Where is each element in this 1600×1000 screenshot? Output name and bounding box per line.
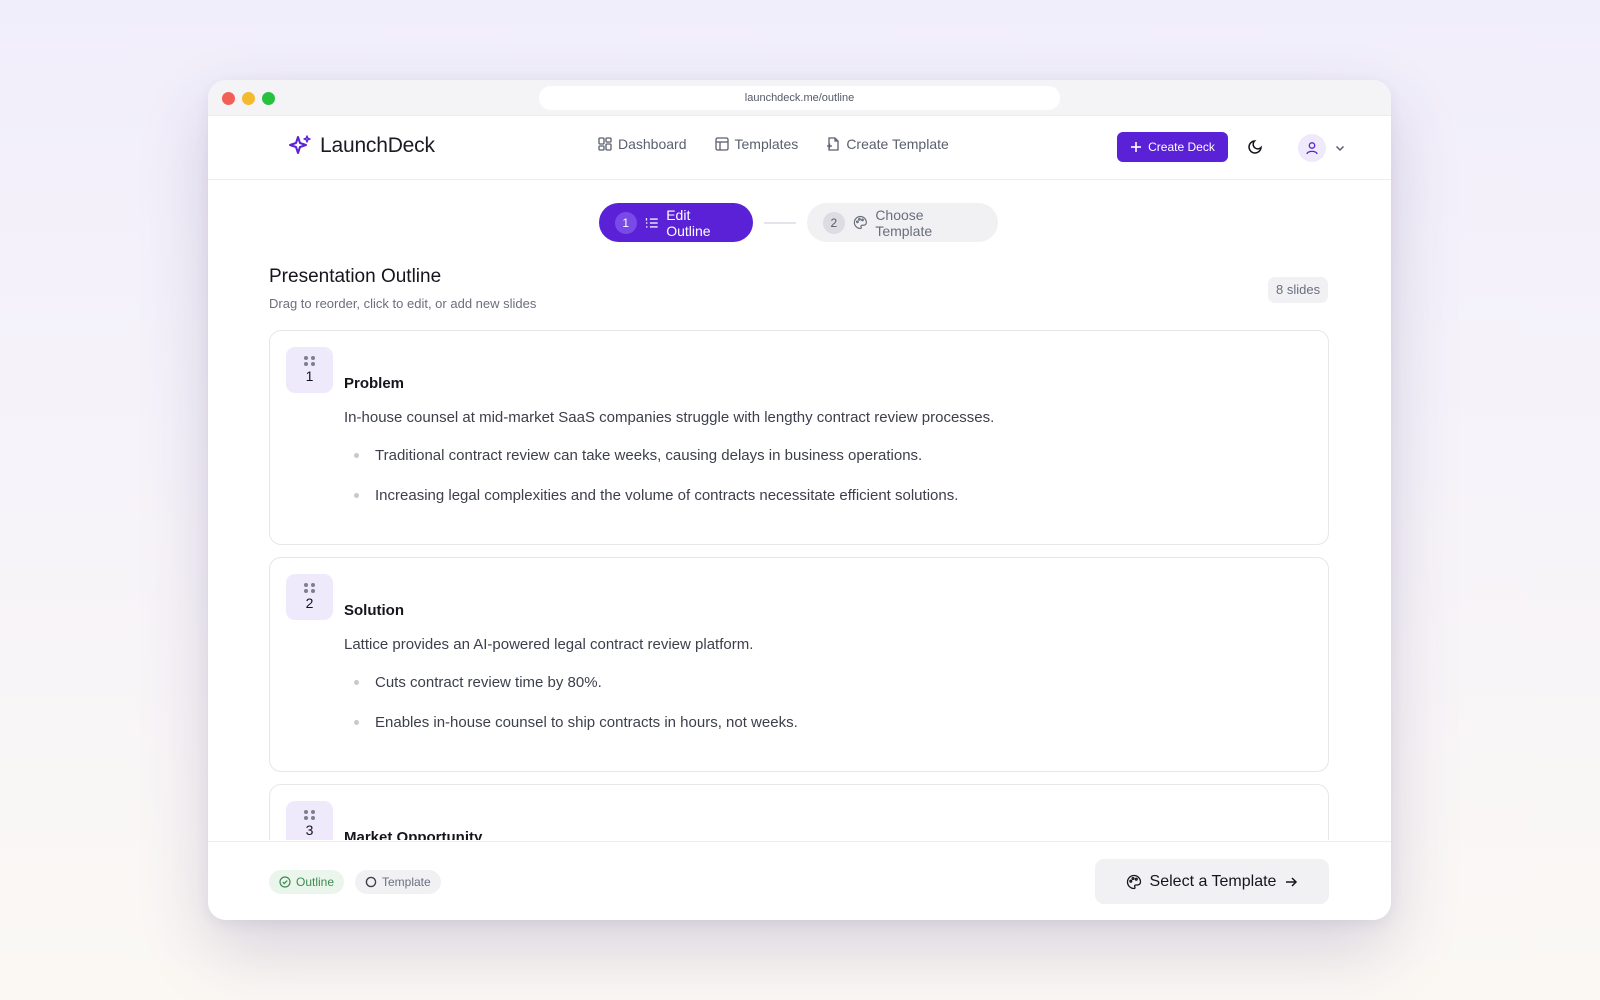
step-number: 2 — [823, 211, 845, 234]
slide-bullets: Cuts contract review time by 80%. Enable… — [354, 674, 798, 754]
nav-dashboard-label: Dashboard — [618, 136, 687, 152]
slide-title[interactable]: Solution — [344, 602, 404, 619]
drag-handle[interactable]: 1 — [286, 347, 333, 393]
slide-number: 1 — [305, 368, 314, 384]
grip-icon — [304, 356, 315, 366]
slide-card[interactable]: 1 Problem In-house counsel at mid-market… — [269, 330, 1329, 545]
select-template-button[interactable]: Select a Template — [1095, 859, 1329, 904]
create-deck-label: Create Deck — [1148, 140, 1215, 154]
check-circle-icon — [279, 876, 291, 888]
nav-templates-label: Templates — [734, 136, 799, 152]
step-number: 1 — [615, 211, 637, 234]
select-template-label: Select a Template — [1149, 872, 1277, 890]
grip-icon — [304, 810, 315, 820]
status-pill-template: Template — [355, 870, 441, 894]
slide-number: 2 — [305, 595, 314, 611]
step-label: Choose Template — [875, 206, 933, 239]
file-plus-icon — [827, 137, 839, 151]
arrow-right-icon — [1286, 876, 1298, 887]
slide-title[interactable]: Market Opportunity — [344, 829, 482, 840]
bullet-dot — [354, 453, 359, 458]
maximize-window-button[interactable] — [262, 92, 275, 105]
bullet-item[interactable]: Traditional contract review can take wee… — [354, 447, 958, 464]
circle-icon — [365, 876, 377, 888]
list-icon — [645, 217, 658, 228]
nav-create-template-label: Create Template — [846, 136, 949, 152]
palette-icon — [853, 215, 867, 230]
slide-list: 1 Problem In-house counsel at mid-market… — [269, 330, 1329, 840]
step-label: Edit Outline — [666, 206, 711, 239]
bullet-text: Cuts contract review time by 80%. — [375, 674, 602, 691]
plus-icon — [1131, 142, 1142, 152]
sparkle-logo-icon — [289, 135, 311, 154]
avatar[interactable] — [1298, 134, 1326, 162]
slide-title[interactable]: Problem — [344, 375, 404, 392]
page-title: Presentation Outline — [269, 266, 442, 287]
chevron-down-icon[interactable] — [1334, 142, 1346, 154]
browser-chrome: launchdeck.me/outline — [208, 80, 1391, 116]
slide-description[interactable]: Lattice provides an AI-powered legal con… — [344, 636, 753, 653]
nav-templates[interactable]: Templates — [714, 136, 799, 152]
footer-bar: Outline Template Select a Template — [208, 841, 1391, 920]
grip-icon — [304, 583, 315, 593]
bullet-dot — [354, 720, 359, 725]
bullet-item[interactable]: Cuts contract review time by 80%. — [354, 674, 798, 691]
brand-name: LaunchDeck — [320, 134, 435, 157]
dashboard-grid-icon — [598, 137, 612, 151]
bullet-text: Increasing legal complexities and the vo… — [375, 487, 959, 504]
nav-create-template[interactable]: Create Template — [826, 136, 949, 152]
browser-window: launchdeck.me/outline LaunchDeck Dashboa… — [208, 80, 1391, 920]
slide-description[interactable]: In-house counsel at mid-market SaaS comp… — [344, 409, 994, 426]
outline-header: Presentation Outline Drag to reorder, cl… — [269, 266, 536, 311]
top-navbar: LaunchDeck Dashboard Templates Create Te… — [208, 116, 1391, 180]
bullet-item[interactable]: Increasing legal complexities and the vo… — [354, 487, 958, 504]
status-pill-outline: Outline — [269, 870, 345, 894]
page-subtitle: Drag to reorder, click to edit, or add n… — [269, 296, 537, 311]
step-progress: 1 Edit Outline 2 Choose Template — [599, 203, 998, 242]
drag-handle[interactable]: 2 — [286, 574, 333, 620]
create-deck-button[interactable]: Create Deck — [1117, 132, 1228, 162]
layout-icon — [714, 137, 729, 151]
slide-bullets: Traditional contract review can take wee… — [354, 447, 958, 527]
address-bar[interactable]: launchdeck.me/outline — [539, 86, 1060, 110]
bullet-item[interactable]: Enables in-house counsel to ship contrac… — [354, 714, 798, 731]
status-template-label: Template — [382, 875, 431, 889]
slide-card[interactable]: 2 Solution Lattice provides an AI-powere… — [269, 557, 1329, 772]
status-outline-label: Outline — [296, 875, 335, 889]
moon-icon[interactable] — [1248, 138, 1264, 154]
minimize-window-button[interactable] — [242, 92, 255, 105]
user-icon — [1306, 142, 1318, 155]
palette-icon — [1126, 874, 1141, 889]
close-window-button[interactable] — [222, 92, 235, 105]
step-choose-template[interactable]: 2 Choose Template — [807, 203, 998, 242]
logo[interactable]: LaunchDeck — [288, 134, 435, 158]
bullet-dot — [354, 680, 359, 685]
bullet-text: Traditional contract review can take wee… — [375, 447, 923, 464]
slide-card[interactable]: 3 Market Opportunity — [269, 784, 1329, 840]
step-edit-outline[interactable]: 1 Edit Outline — [599, 203, 753, 242]
nav-dashboard[interactable]: Dashboard — [598, 136, 687, 152]
slide-count-badge: 8 slides — [1268, 277, 1329, 303]
step-connector — [764, 221, 796, 224]
slide-number: 3 — [305, 822, 314, 838]
main-nav: Dashboard Templates Create Template — [598, 136, 949, 152]
bullet-text: Enables in-house counsel to ship contrac… — [375, 714, 798, 731]
drag-handle[interactable]: 3 — [286, 801, 333, 840]
bullet-dot — [354, 493, 359, 498]
